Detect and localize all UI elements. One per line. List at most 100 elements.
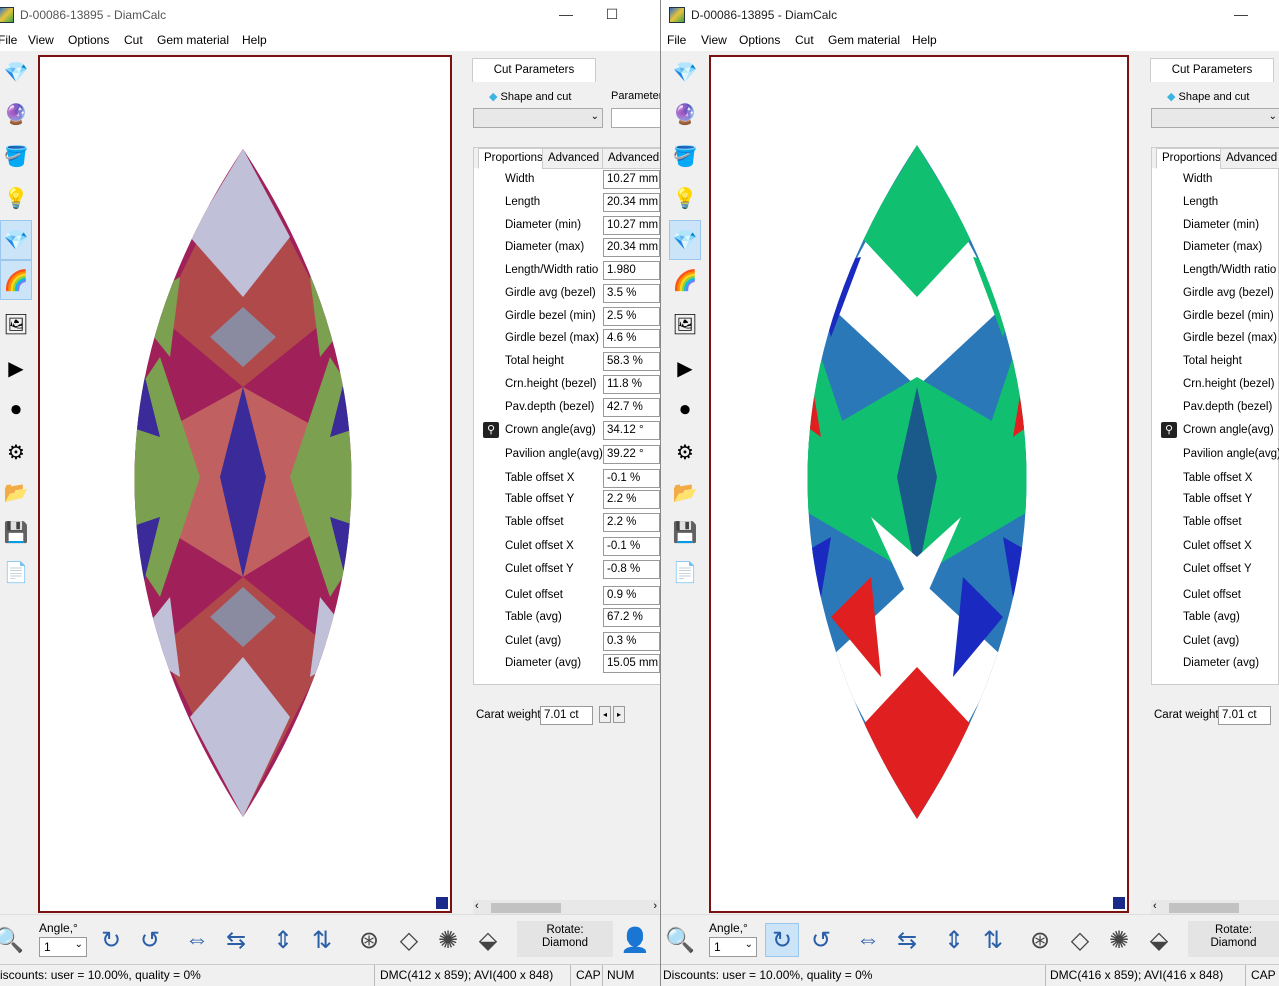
tab-advanced[interactable]: Advanced [542,148,606,169]
menu-options[interactable]: Options [739,33,780,47]
property-value-input[interactable]: 10.27 mm [603,216,660,235]
minimize-icon[interactable]: — [1231,6,1251,22]
user-rotate-icon[interactable]: 👤 [618,923,652,957]
spectrum-icon[interactable]: 🌈 [0,260,32,300]
zoom-icon[interactable]: 🔍 [0,923,26,957]
flip-vertical-2-icon[interactable]: ⇅ [976,923,1010,957]
video-record-icon[interactable]: ⏺ [0,390,32,430]
menu-gem-material[interactable]: Gem material [828,33,900,47]
menu-file[interactable]: File [0,33,17,47]
flip-horizontal-icon[interactable]: ⇔ [851,923,885,957]
property-value-input[interactable]: 39.22 ° [603,445,660,464]
property-value-input[interactable]: 3.5 % [603,284,660,303]
flip-horizontal-2-icon[interactable]: ⇆ [219,923,253,957]
menu-help[interactable]: Help [242,33,267,47]
diamond-render-icon[interactable]: 💎 [0,220,32,260]
lock-icon[interactable]: ⚲ [1161,422,1177,438]
scroll-thumb[interactable] [491,903,561,913]
word-export-icon[interactable]: 📄 [0,552,32,592]
property-value-input[interactable]: 4.6 % [603,329,660,348]
top-view-icon[interactable]: ⊛ [1023,923,1057,957]
open-folder-icon[interactable]: 📂 [0,472,32,512]
flip-horizontal-2-icon[interactable]: ⇆ [890,923,924,957]
menu-view[interactable]: View [28,33,54,47]
property-value-input[interactable]: 10.27 mm [603,170,660,189]
property-value-input[interactable]: -0.8 % [603,560,660,579]
property-value-input[interactable]: 2.5 % [603,307,660,326]
gem-ball-icon[interactable]: 🔮 [0,94,32,134]
diamond-view-icon[interactable]: 💎 [0,52,32,92]
angle-select[interactable]: 1 ⌄ [709,937,757,957]
tab-proportions[interactable]: Proportions [1156,148,1227,169]
menu-cut[interactable]: Cut [124,33,143,47]
resize-corner[interactable] [436,897,448,909]
diamond-photo-icon[interactable]: 🖼 [0,304,32,344]
video-record-icon[interactable]: ⏺ [669,390,701,430]
tab-cut-parameters[interactable]: Cut Parameters [1150,58,1274,82]
diamond-settings-icon[interactable]: ⚙ [669,432,701,472]
scroll-thumb[interactable] [1169,903,1239,913]
property-value-input[interactable]: 67.2 % [603,608,660,627]
paint-bucket-icon[interactable]: 🪣 [0,136,32,176]
lock-icon[interactable]: ⚲ [483,422,499,438]
property-value-input[interactable]: -0.1 % [603,537,660,556]
menu-options[interactable]: Options [68,33,109,47]
carat-weight-input[interactable]: 7.01 ct [1218,706,1271,725]
diamond-render-icon[interactable]: 💎 [669,220,701,260]
property-value-input[interactable]: 42.7 % [603,398,660,417]
property-value-input[interactable]: 20.34 mm [603,238,660,257]
video-play-icon[interactable]: ▶ [669,348,701,388]
profile-view-icon[interactable]: ⬙ [1142,923,1176,957]
paint-bucket-icon[interactable]: 🪣 [669,136,701,176]
carat-weight-input[interactable]: 7.01 ct [540,706,593,725]
side-view-icon[interactable]: ◇ [392,923,426,957]
property-value-input[interactable]: 0.3 % [603,632,660,651]
tab-cut-parameters[interactable]: Cut Parameters [472,58,596,82]
rotate-ccw-icon[interactable]: ↺ [133,923,167,957]
title-bar[interactable]: D-00086-13895 - DiamCalc — [661,0,1279,31]
diamond-settings-icon[interactable]: ⚙ [0,432,32,472]
save-icon[interactable]: 💾 [0,512,32,552]
tab-advanced[interactable]: Advanced [1220,148,1279,169]
shape-select[interactable]: ⌄ [473,108,603,128]
property-value-input[interactable]: 11.8 % [603,375,660,394]
gem-ball-icon[interactable]: 🔮 [669,94,701,134]
property-value-input[interactable]: 2.2 % [603,490,660,509]
side-view-icon[interactable]: ◇ [1063,923,1097,957]
rotate-ccw-icon[interactable]: ↺ [804,923,838,957]
parameter-input[interactable] [611,108,660,128]
menu-file[interactable]: File [667,33,686,47]
property-value-input[interactable]: 2.2 % [603,513,660,532]
flip-horizontal-icon[interactable]: ⇔ [180,923,214,957]
gem-viewport[interactable] [709,55,1129,913]
property-value-input[interactable]: 58.3 % [603,352,660,371]
property-value-input[interactable]: 34.12 ° [603,421,660,440]
property-value-input[interactable]: 1.980 [603,261,660,280]
video-play-icon[interactable]: ▶ [0,348,32,388]
bottom-view-icon[interactable]: ✺ [431,923,465,957]
menu-help[interactable]: Help [912,33,937,47]
rotate-mode-box[interactable]: Rotate: Diamond [1188,921,1279,957]
scroll-left-icon[interactable]: ‹ [1153,900,1157,912]
flip-vertical-icon[interactable]: ⇕ [266,923,300,957]
title-bar[interactable]: D-00086-13895 - DiamCalc — ☐ [0,0,660,31]
menu-cut[interactable]: Cut [795,33,814,47]
scroll-left-icon[interactable]: ‹ [475,900,479,912]
menu-view[interactable]: View [701,33,727,47]
menu-gem-material[interactable]: Gem material [157,33,229,47]
top-view-icon[interactable]: ⊛ [352,923,386,957]
carat-decrease-button[interactable]: ◂ [599,706,611,723]
diamond-photo-icon[interactable]: 🖼 [669,304,701,344]
open-folder-icon[interactable]: 📂 [669,472,701,512]
tab-advanced-2[interactable]: Advanced [602,148,660,169]
property-value-input[interactable]: 15.05 mm [603,654,660,673]
rotate-cw-icon[interactable]: ↻ [765,923,799,957]
property-value-input[interactable]: -0.1 % [603,469,660,488]
rotate-mode-box[interactable]: Rotate: Diamond [517,921,613,957]
carat-increase-button[interactable]: ▸ [613,706,625,723]
diamond-view-icon[interactable]: 💎 [669,52,701,92]
resize-corner[interactable] [1113,897,1125,909]
lightbulb-icon[interactable]: 💡 [669,178,701,218]
flip-vertical-icon[interactable]: ⇕ [937,923,971,957]
property-value-input[interactable]: 20.34 mm [603,193,660,212]
